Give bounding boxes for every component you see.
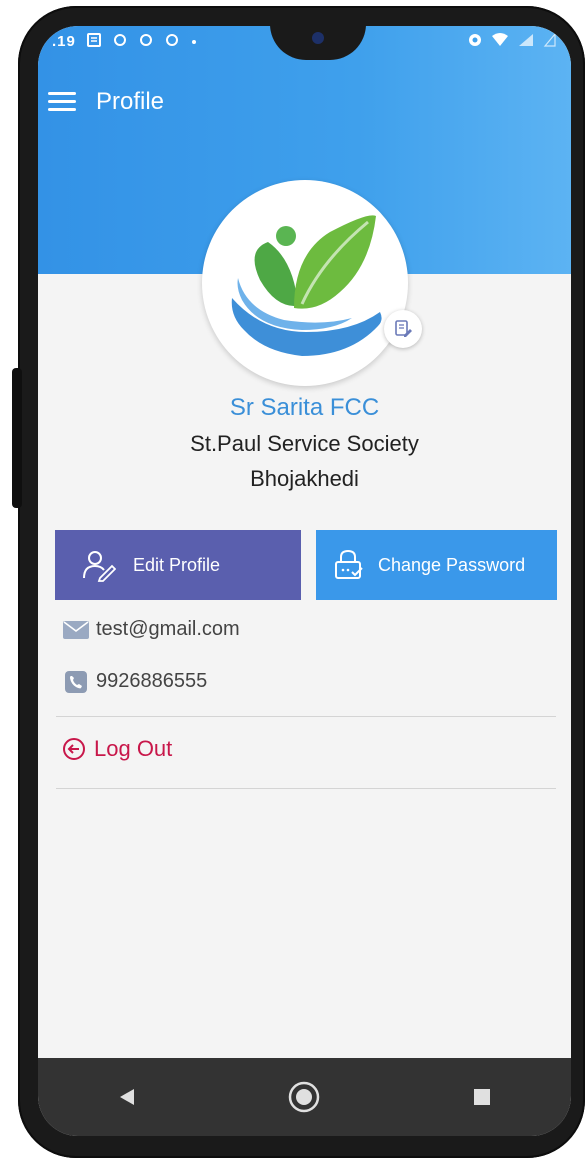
- logout-label: Log Out: [94, 736, 173, 761]
- leaf-hand-logo-icon: [231, 215, 382, 356]
- signal-icon: [517, 32, 535, 52]
- page: .19 Profile Sr Sarita FCC St.Paul Servic…: [0, 0, 587, 1161]
- divider: [56, 788, 556, 789]
- email-row: test@gmail.com: [62, 618, 240, 641]
- logout-icon: [63, 738, 85, 760]
- profile-name: Sr Sarita FCC: [229, 394, 380, 421]
- status-bar-left: .19: [52, 32, 198, 51]
- status-time: .19: [52, 33, 76, 50]
- mail-icon: [62, 619, 90, 641]
- profile-organization: St.Paul Service Society: [190, 431, 419, 456]
- system-nav-bar: [38, 1058, 571, 1136]
- battery-icon: [543, 32, 557, 52]
- sync-icon: [164, 32, 180, 51]
- hamburger-menu-icon[interactable]: [48, 92, 76, 112]
- edit-profile-label: Edit Profile: [133, 554, 221, 575]
- notification-icon: [86, 32, 102, 51]
- sync-icon: [112, 32, 128, 51]
- change-password-label: Change Password: [378, 554, 526, 575]
- sync-icon: [138, 32, 154, 51]
- app-bar: Profile: [48, 84, 164, 120]
- edit-profile-button[interactable]: Edit Profile: [55, 530, 301, 600]
- status-bar-right: [467, 32, 557, 52]
- email-value: test@gmail.com: [96, 618, 240, 640]
- change-password-button[interactable]: Change Password: [316, 530, 557, 600]
- edit-user-icon: [81, 547, 117, 583]
- page-title: Profile: [96, 88, 165, 115]
- phone-icon: [62, 670, 90, 693]
- logout-button[interactable]: Log Out: [62, 736, 172, 762]
- edit-icon: [395, 320, 412, 337]
- lock-icon: [330, 547, 366, 583]
- screen: .19 Profile Sr Sarita FCC St.Paul Servic…: [38, 26, 571, 1136]
- phone-row: 9926886555: [62, 670, 207, 693]
- divider: [56, 716, 556, 717]
- avatar-edit-button[interactable]: [384, 310, 422, 348]
- back-triangle-icon[interactable]: [107, 1077, 147, 1117]
- home-circle-icon[interactable]: [284, 1077, 324, 1117]
- wifi-icon: [491, 32, 509, 52]
- dot-icon: [190, 32, 198, 51]
- phone-side-button: [12, 368, 22, 508]
- recents-square-icon[interactable]: [462, 1077, 502, 1117]
- alarm-icon: [467, 32, 483, 52]
- avatar[interactable]: [202, 180, 408, 386]
- camera-icon: [312, 32, 324, 44]
- phone-value: 9926886555: [96, 670, 208, 692]
- profile-location: Bhojakhedi: [250, 466, 359, 491]
